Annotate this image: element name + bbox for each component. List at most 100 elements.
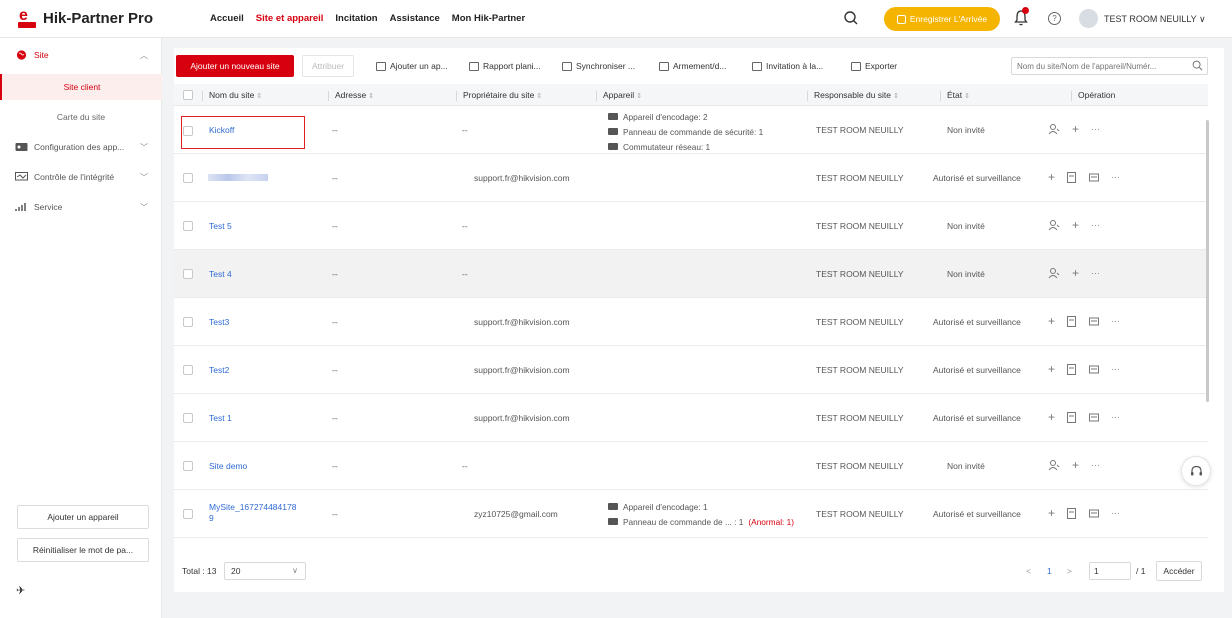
more-icon[interactable]: ··· (1111, 364, 1120, 374)
row-checkbox[interactable] (183, 221, 193, 231)
arming-action[interactable]: Armement/d... (659, 55, 726, 77)
table-row[interactable]: Test2 -- support.fr@hikvision.com TEST R… (174, 346, 1208, 394)
table-row[interactable]: Site demo -- -- TEST ROOM NEUILLY Non in… (174, 442, 1208, 490)
nav-incitation[interactable]: Incitation (335, 0, 377, 38)
row-checkbox[interactable] (183, 269, 193, 279)
add-icon[interactable]: + (1048, 506, 1055, 520)
more-icon[interactable]: ··· (1111, 172, 1120, 182)
add-icon[interactable]: + (1072, 458, 1079, 472)
report-icon[interactable] (1067, 507, 1077, 519)
table-row[interactable]: -- support.fr@hikvision.com TEST ROOM NE… (174, 154, 1208, 202)
page-size-select[interactable]: 20 ∨ (224, 562, 306, 580)
site-name-redacted[interactable] (208, 174, 268, 181)
add-icon[interactable]: + (1072, 122, 1079, 136)
nav-mon-hik-partner[interactable]: Mon Hik-Partner (452, 0, 525, 38)
add-icon[interactable]: + (1072, 266, 1079, 280)
add-device-button[interactable]: Ajouter un appareil (17, 505, 149, 529)
row-checkbox[interactable] (183, 173, 193, 183)
next-page-button[interactable]: > (1067, 566, 1072, 576)
support-chat-button[interactable] (1181, 456, 1211, 486)
site-name-link[interactable]: Test3 (209, 317, 229, 327)
device-icon[interactable] (1089, 412, 1100, 423)
report-icon[interactable] (1067, 171, 1077, 183)
column-manager[interactable]: Responsable du site ⇕ (807, 84, 899, 106)
sync-action[interactable]: Synchroniser ... (562, 55, 635, 77)
more-icon[interactable]: ··· (1091, 220, 1100, 230)
row-checkbox[interactable] (183, 413, 193, 423)
column-owner[interactable]: Propriétaire du site ⇕ (456, 84, 542, 106)
prev-page-button[interactable]: < (1026, 566, 1031, 576)
table-scrollbar[interactable] (1206, 120, 1209, 402)
export-action[interactable]: Exporter (851, 55, 897, 77)
more-icon[interactable]: ··· (1091, 124, 1100, 134)
column-address[interactable]: Adresse ⇕ (328, 84, 374, 106)
sidebar-item-site-client[interactable]: Site client (0, 74, 162, 100)
goto-page-input[interactable]: 1 (1089, 562, 1131, 580)
row-checkbox[interactable] (183, 509, 193, 519)
device-icon[interactable] (1089, 172, 1100, 183)
sidebar-item-carte-du-site[interactable]: Carte du site (0, 104, 162, 130)
app-logo[interactable]: e Hik-Partner Pro (18, 8, 153, 28)
sidebar-group-integrity[interactable]: Contrôle de l'intégrité ﹀ (0, 165, 162, 189)
add-icon[interactable]: + (1048, 410, 1055, 424)
site-name-link[interactable]: Test 4 (209, 269, 232, 279)
add-icon[interactable]: + (1048, 362, 1055, 376)
nav-assistance[interactable]: Assistance (390, 0, 440, 38)
add-icon[interactable]: + (1048, 314, 1055, 328)
table-row[interactable]: Kickoff -- -- Appareil d'encodage: 2 Pan… (174, 106, 1208, 154)
sidebar-group-service[interactable]: Service ﹀ (0, 195, 162, 219)
row-checkbox[interactable] (183, 317, 193, 327)
site-name-link[interactable]: Site demo (209, 461, 247, 471)
select-all-checkbox[interactable] (183, 90, 193, 100)
nav-accueil[interactable]: Accueil (210, 0, 244, 38)
device-icon[interactable] (1089, 508, 1100, 519)
report-icon[interactable] (1067, 315, 1077, 327)
add-icon[interactable]: + (1072, 218, 1079, 232)
site-name-link[interactable]: Test 1 (209, 413, 232, 423)
nav-site-et-appareil[interactable]: Site et appareil (256, 0, 324, 38)
site-search-box[interactable] (1011, 57, 1208, 75)
user-menu[interactable]: TEST ROOM NEUILLY ∨ (1104, 0, 1206, 38)
invitation-action[interactable]: Invitation à la... (752, 55, 823, 77)
add-icon[interactable]: + (1048, 170, 1055, 184)
device-icon[interactable] (1089, 316, 1100, 327)
invite-person-icon[interactable] (1048, 123, 1060, 135)
site-name-link[interactable]: Test 5 (209, 221, 232, 231)
site-name-link[interactable]: MySite_167274484178 9 (209, 502, 296, 524)
column-status[interactable]: État ⇕ (940, 84, 970, 106)
site-name-link[interactable]: Test2 (209, 365, 229, 375)
add-device-action[interactable]: Ajouter un ap... (376, 55, 448, 77)
more-icon[interactable]: ··· (1111, 508, 1120, 518)
row-checkbox[interactable] (183, 461, 193, 471)
report-icon[interactable] (1067, 411, 1077, 423)
sidebar-group-configuration[interactable]: Configuration des app... ﹀ (0, 135, 162, 159)
device-icon[interactable] (1089, 364, 1100, 375)
search-icon[interactable] (1192, 60, 1203, 71)
pin-icon[interactable]: ✈ (16, 584, 25, 597)
device-abnormal-badge[interactable]: (Anormal: 1) (748, 517, 794, 527)
help-icon[interactable]: ? (1048, 12, 1061, 25)
table-row[interactable]: Test 4 -- -- TEST ROOM NEUILLY Non invit… (174, 250, 1208, 298)
table-row[interactable]: Test 1 -- support.fr@hikvision.com TEST … (174, 394, 1208, 442)
page-number-current[interactable]: 1 (1047, 566, 1052, 576)
site-search-input[interactable] (1012, 58, 1187, 74)
invite-person-icon[interactable] (1048, 459, 1060, 471)
register-arrival-button[interactable]: Enregistrer L'Arrivée (884, 7, 1000, 31)
search-icon[interactable] (843, 10, 859, 26)
report-icon[interactable] (1067, 363, 1077, 375)
row-checkbox[interactable] (183, 365, 193, 375)
sidebar-group-site[interactable]: Site ︿ (0, 43, 162, 67)
invite-person-icon[interactable] (1048, 267, 1060, 279)
invite-person-icon[interactable] (1048, 219, 1060, 231)
table-row[interactable]: MySite_167274484178 9 -- zyz10725@gmail.… (174, 490, 1208, 538)
more-icon[interactable]: ··· (1091, 268, 1100, 278)
assign-button[interactable]: Attribuer (302, 55, 354, 77)
add-site-button[interactable]: Ajouter un nouveau site (176, 55, 294, 77)
more-icon[interactable]: ··· (1111, 412, 1120, 422)
more-icon[interactable]: ··· (1091, 460, 1100, 470)
table-row[interactable]: Test 5 -- -- TEST ROOM NEUILLY Non invit… (174, 202, 1208, 250)
table-row[interactable]: Test3 -- support.fr@hikvision.com TEST R… (174, 298, 1208, 346)
goto-page-button[interactable]: Accéder (1156, 561, 1202, 581)
user-avatar[interactable] (1079, 9, 1098, 28)
reset-password-button[interactable]: Réinitialiser le mot de pa... (17, 538, 149, 562)
